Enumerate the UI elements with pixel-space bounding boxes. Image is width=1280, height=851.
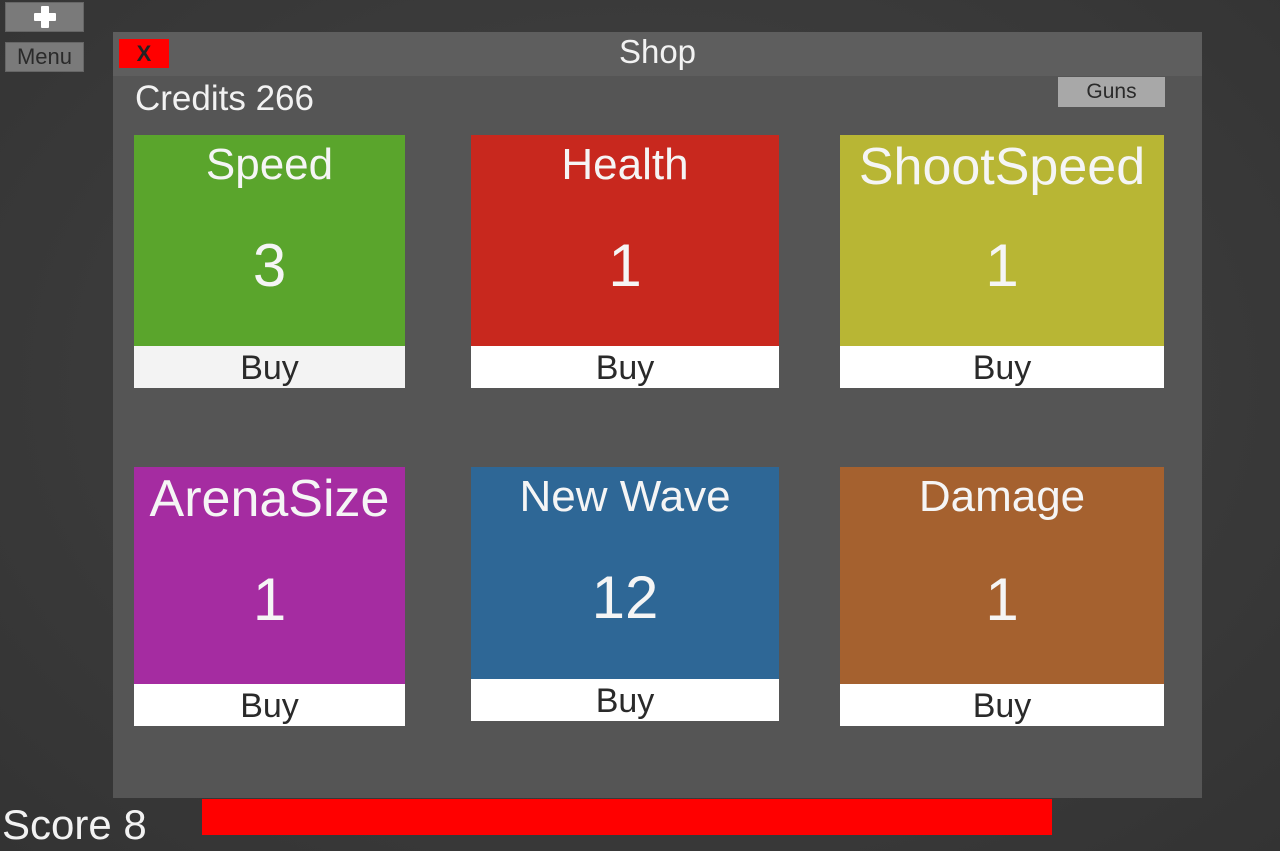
upgrade-name: Health — [561, 140, 689, 189]
upgrade-name: Speed — [205, 140, 334, 189]
health-bar-fill — [202, 799, 1052, 835]
shop-header: Shop X — [113, 32, 1202, 76]
buy-button[interactable]: Buy — [840, 346, 1164, 388]
upgrade-card-body: Health 1 — [471, 135, 779, 346]
add-button[interactable] — [5, 2, 84, 32]
upgrade-card-body: Damage 1 — [840, 467, 1164, 684]
upgrade-card-body: New Wave 12 — [471, 467, 779, 679]
close-button[interactable]: X — [119, 39, 169, 68]
upgrade-level: 1 — [608, 232, 642, 299]
upgrade-name: ShootSpeed — [858, 138, 1146, 196]
buy-button[interactable]: Buy — [471, 346, 779, 388]
upgrade-card-health: Health 1 Buy — [471, 135, 779, 388]
upgrade-card-body: ShootSpeed 1 — [840, 135, 1164, 346]
game-screen: Menu Shop X Credits 266 Guns Speed 3 Buy… — [0, 0, 1280, 851]
upgrade-card-new-wave: New Wave 12 Buy — [471, 467, 779, 721]
buy-button[interactable]: Buy — [134, 346, 405, 388]
upgrade-level: 1 — [985, 232, 1019, 299]
score-label: Score 8 — [2, 801, 147, 848]
upgrade-level: 3 — [252, 232, 287, 299]
upgrade-level: 1 — [985, 566, 1019, 633]
upgrade-level: 1 — [252, 566, 287, 633]
upgrade-name: Damage — [918, 472, 1086, 521]
close-icon: X — [136, 40, 152, 66]
upgrade-card-damage: Damage 1 Buy — [840, 467, 1164, 726]
upgrade-card-body: Speed 3 — [134, 135, 405, 346]
upgrade-name: New Wave — [519, 472, 731, 521]
menu-button[interactable]: Menu — [5, 42, 84, 72]
shop-title: Shop — [618, 33, 697, 70]
upgrade-card-body: ArenaSize 1 — [134, 467, 405, 684]
buy-button[interactable]: Buy — [134, 684, 405, 726]
buy-button[interactable]: Buy — [840, 684, 1164, 726]
upgrade-card-arenasize: ArenaSize 1 Buy — [134, 467, 405, 726]
upgrade-card-shootspeed: ShootSpeed 1 Buy — [840, 135, 1164, 388]
shop-panel: Shop X Credits 266 Guns Speed 3 Buy Heal… — [113, 32, 1202, 798]
upgrade-name: ArenaSize — [149, 470, 390, 528]
plus-icon — [33, 6, 56, 28]
upgrade-level: 12 — [591, 564, 659, 631]
credits-label: Credits 266 — [135, 79, 314, 118]
buy-button[interactable]: Buy — [471, 679, 779, 721]
upgrade-card-speed: Speed 3 Buy — [134, 135, 405, 388]
health-bar — [202, 799, 1052, 835]
guns-button[interactable]: Guns — [1058, 77, 1165, 107]
